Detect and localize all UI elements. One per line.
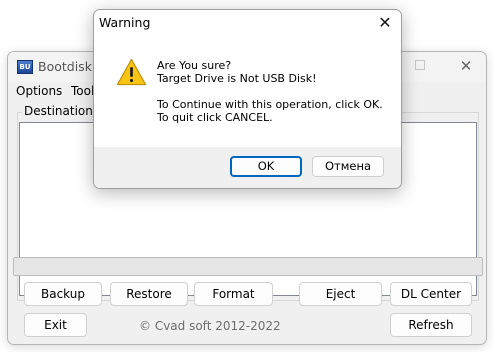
main-close-icon[interactable]: ✕ xyxy=(452,56,480,76)
app-icon: BU xyxy=(17,60,33,74)
dialog-message-line-1: Are You sure? xyxy=(157,59,232,72)
format-button[interactable]: Format xyxy=(194,282,273,306)
dialog-message-line-4: To Continue with this operation, click O… xyxy=(157,98,383,111)
restore-button[interactable]: Restore xyxy=(110,282,188,306)
cancel-button[interactable]: Отмена xyxy=(312,156,384,177)
eject-button[interactable]: Eject xyxy=(299,282,382,306)
dialog-message-line-2: Target Drive is Not USB Disk! xyxy=(157,72,317,85)
dialog-close-icon[interactable]: ✕ xyxy=(373,13,397,33)
dialog-message-line-5: To quit click CANCEL. xyxy=(157,111,273,124)
backup-button[interactable]: Backup xyxy=(24,282,102,306)
dl-center-button[interactable]: DL Center xyxy=(390,282,472,306)
exit-button[interactable]: Exit xyxy=(24,313,87,337)
warning-dialog: Warning ✕ Are You sure? Target Drive is … xyxy=(93,9,402,189)
copyright-text: © Cvad soft 2012-2022 xyxy=(139,319,281,333)
dialog-titlebar[interactable]: Warning ✕ xyxy=(94,10,401,37)
maximize-icon[interactable] xyxy=(415,60,425,70)
menu-options[interactable]: Options xyxy=(16,84,62,98)
ok-button[interactable]: OK xyxy=(230,156,302,177)
warning-icon xyxy=(116,58,147,86)
dialog-title: Warning xyxy=(99,15,151,30)
refresh-button[interactable]: Refresh xyxy=(390,313,472,337)
progress-bar xyxy=(13,257,483,276)
